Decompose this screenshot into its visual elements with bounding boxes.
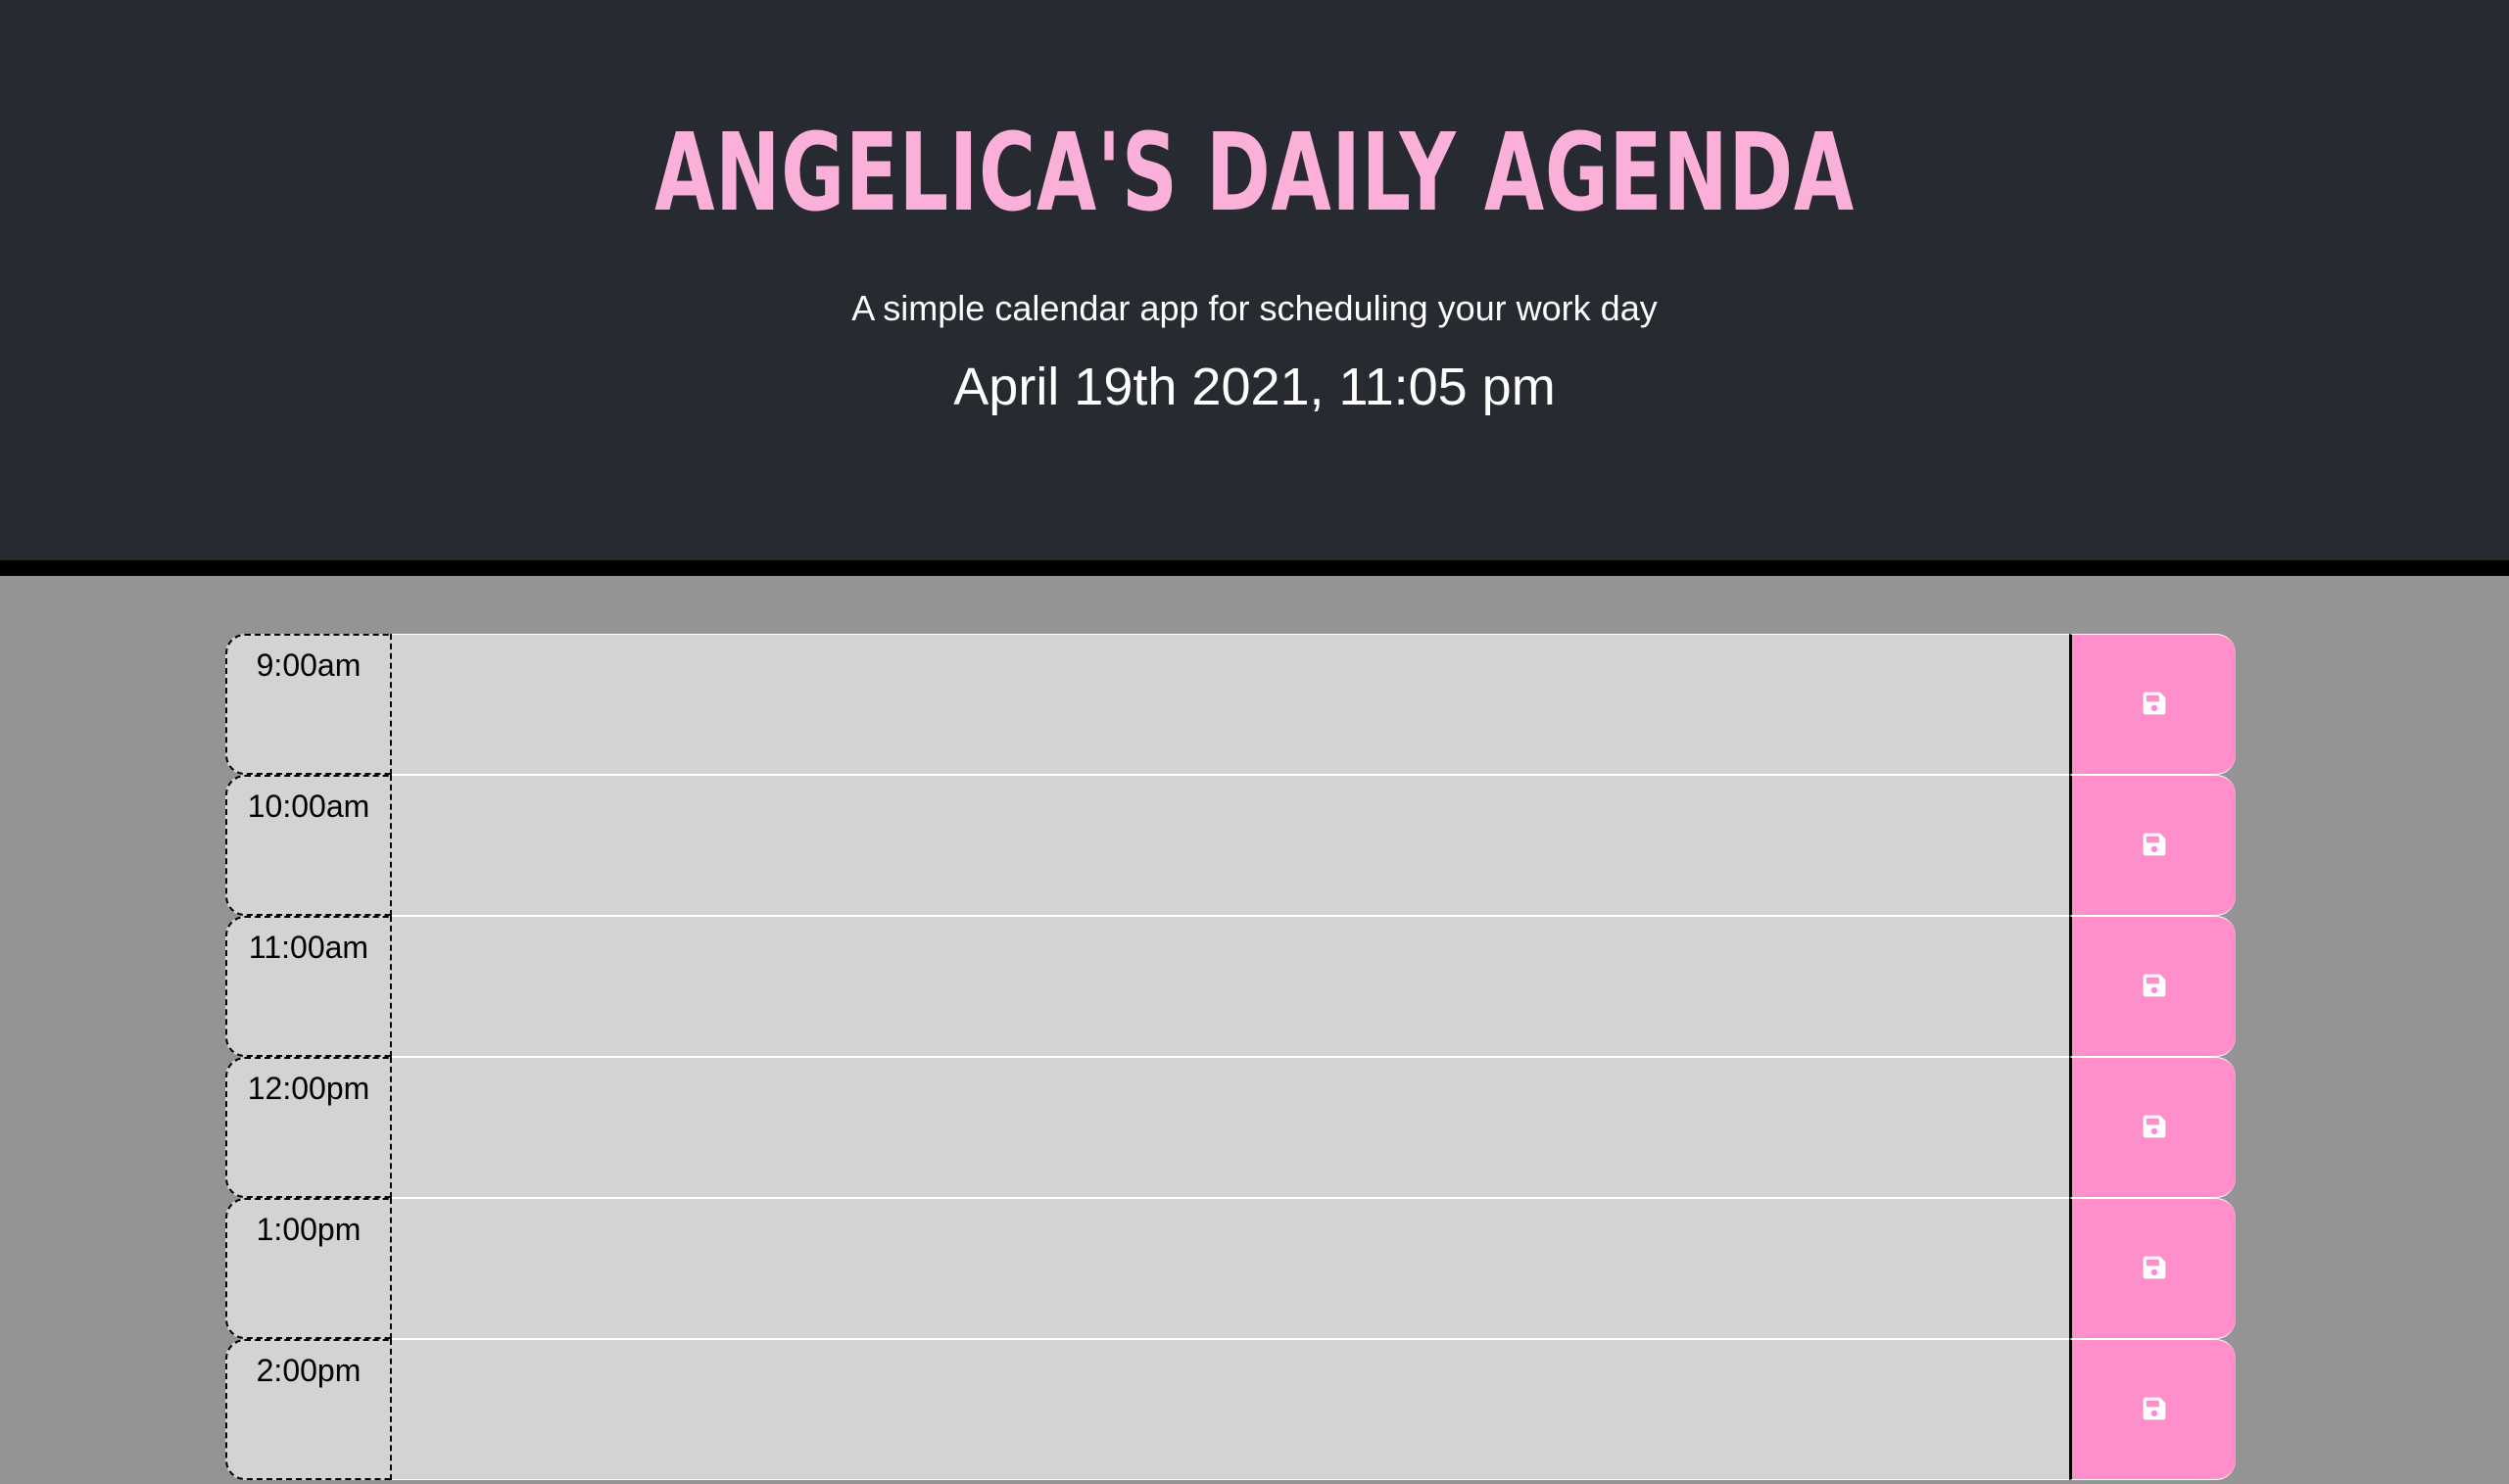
save-icon — [2142, 691, 2167, 719]
save-button[interactable] — [2069, 634, 2236, 775]
event-description-input[interactable] — [392, 1198, 2069, 1339]
timeblock-row: 12:00pm — [225, 1057, 2236, 1198]
current-date-time: April 19th 2021, 11:05 pm — [953, 358, 1556, 416]
event-description-input[interactable] — [392, 1339, 2069, 1480]
event-description-input[interactable] — [392, 916, 2069, 1057]
event-description-input[interactable] — [392, 775, 2069, 916]
timeblock-row: 2:00pm — [225, 1339, 2236, 1480]
save-button[interactable] — [2069, 916, 2236, 1057]
save-icon — [2142, 1255, 2167, 1283]
timeblock-row: 1:00pm — [225, 1198, 2236, 1339]
save-icon — [2142, 1114, 2167, 1142]
hour-label: 11:00am — [225, 916, 392, 1057]
timeblock-row: 10:00am — [225, 775, 2236, 916]
hour-label: 1:00pm — [225, 1198, 392, 1339]
hour-label: 10:00am — [225, 775, 392, 916]
event-description-input[interactable] — [392, 1057, 2069, 1198]
hour-label: 9:00am — [225, 634, 392, 775]
save-button[interactable] — [2069, 1339, 2236, 1480]
hour-label: 2:00pm — [225, 1339, 392, 1480]
save-icon — [2142, 1396, 2167, 1424]
save-button[interactable] — [2069, 1057, 2236, 1198]
timeblock-row: 9:00am — [225, 634, 2236, 775]
event-description-input[interactable] — [392, 634, 2069, 775]
page-subtitle: A simple calendar app for scheduling you… — [851, 288, 1658, 328]
hour-label: 12:00pm — [225, 1057, 392, 1198]
timeblock-container: 9:00am 10:00am 11:00am 12:00pm 1:00pm 2:… — [225, 634, 2236, 1480]
timeblock-row: 11:00am — [225, 916, 2236, 1057]
page-title: Angelica's Daily Agenda — [654, 110, 1855, 235]
save-icon — [2142, 832, 2167, 860]
save-button[interactable] — [2069, 775, 2236, 916]
save-icon — [2142, 973, 2167, 1001]
page-header: Angelica's Daily Agenda A simple calenda… — [0, 0, 2509, 576]
save-button[interactable] — [2069, 1198, 2236, 1339]
